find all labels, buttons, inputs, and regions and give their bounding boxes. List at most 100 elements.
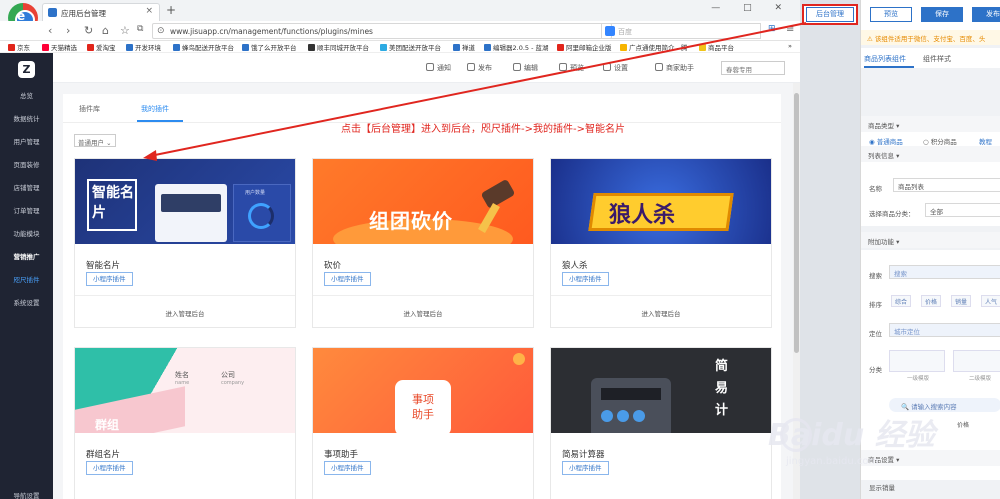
sidebar-item-shop[interactable]: 店铺管理 [0, 182, 53, 192]
bookmarks-more-icon[interactable]: » [788, 42, 792, 50]
search-placeholder: 百度 [618, 28, 632, 36]
sidebar-item-system[interactable]: 系统设置 [0, 297, 53, 307]
publish-button[interactable]: 发布 [467, 63, 492, 73]
category-select[interactable]: 全部 [925, 203, 1000, 217]
scroll-thumb[interactable] [794, 93, 799, 353]
card-divider [313, 295, 533, 296]
radio-points[interactable]: ○ 积分商品 [923, 136, 957, 146]
translate-icon[interactable]: ⊞ [768, 24, 776, 34]
tab-plugin-library[interactable]: 插件库 [79, 104, 100, 114]
plugin-card-group-card[interactable]: 姓名 公司 name company 群组 群组名片 小程序插件 [74, 347, 296, 499]
product-type-row: ◉ 普通商品 ○ 积分商品 教程 [861, 132, 1000, 146]
sort-chip[interactable]: 人气 [981, 295, 1000, 307]
preview-button[interactable]: 预览 [559, 63, 584, 73]
tab-product-list[interactable]: 商品列表组件 [864, 54, 906, 64]
reload-icon[interactable]: ↻ [84, 24, 93, 37]
tab-bar: e 应用后台管理 × + — □ ✕ [0, 0, 800, 33]
enter-admin-link[interactable]: 进入管理后台 [313, 308, 533, 318]
store-select[interactable]: 春蓉专用 [721, 61, 785, 75]
forward-icon[interactable]: › [66, 24, 70, 37]
sidebar-item-users[interactable]: 用户管理 [0, 136, 53, 146]
sidebar-item-plugins[interactable]: 咫尺插件 [0, 274, 53, 284]
bookmark-item[interactable]: 禅道 [453, 42, 475, 52]
plugin-card-bargain[interactable]: 组团砍价 砍价 小程序插件 进入管理后台 [312, 158, 534, 328]
app-sidebar: Z 总览 数据统计 用户管理 页面装修 店铺管理 订单管理 功能模块 营销推广 … [0, 53, 53, 499]
card-image-name: 姓名 [175, 371, 189, 379]
sidebar-item-pages[interactable]: 页面装修 [0, 159, 53, 169]
section-product-type[interactable]: 商品类型 ▾ [861, 116, 1000, 132]
tab-favicon-icon [48, 8, 57, 17]
bookmark-item[interactable]: 编辑器2.0.5 - 蓝湖 [484, 42, 549, 52]
publish-icon [467, 63, 475, 71]
plugin-card-werewolf[interactable]: 狼人杀 狼人杀 小程序插件 进入管理后台 [550, 158, 772, 328]
section-list-info[interactable]: 列表信息 ▾ [861, 146, 1000, 162]
radio-normal[interactable]: ◉ 普通商品 [869, 136, 903, 146]
tab-component-style[interactable]: 组件样式 [923, 54, 951, 64]
save-button[interactable]: 保存 [921, 7, 963, 22]
sidebar-item-orders[interactable]: 订单管理 [0, 205, 53, 215]
star-icon[interactable]: ☆ [120, 24, 130, 37]
calculator-key [601, 410, 613, 422]
plugin-card-smart-card[interactable]: 智能名片 用户数量 智能名片 小程序插件 进入管理后台 [74, 158, 296, 328]
sort-chip[interactable]: 销量 [951, 295, 972, 307]
new-tab-button[interactable]: + [166, 3, 176, 17]
sidebar-item-modules[interactable]: 功能模块 [0, 228, 53, 238]
card-image-company: 公司 [221, 371, 235, 379]
bookmark-item[interactable]: 商品平台 [699, 42, 734, 52]
tab-title: 应用后台管理 [61, 9, 106, 18]
locate-preview[interactable]: 城市定位 [889, 323, 1000, 337]
sidebar-item-overview[interactable]: 总览 [0, 90, 53, 100]
sidebar-item-nav[interactable]: 导航设置 [0, 490, 53, 499]
plugin-card-calculator[interactable]: 简易计 简易计算器 小程序插件 [550, 347, 772, 499]
url-field[interactable]: ⊙ www.jisuapp.cn/management/functions/pl… [152, 23, 612, 39]
template-level2[interactable] [953, 350, 1000, 372]
admin-button[interactable]: 后台管理 [806, 7, 854, 22]
section-extra[interactable]: 附加功能 ▾ [861, 232, 1000, 248]
user-type-select[interactable]: 普通用户 ⌄ [74, 134, 116, 147]
category2-label: 分类 [869, 366, 882, 374]
template-level1[interactable] [889, 350, 945, 372]
app-logo[interactable]: Z [18, 61, 35, 78]
publish-button[interactable]: 发布 [972, 7, 1000, 22]
sidebar-item-stats[interactable]: 数据统计 [0, 113, 53, 123]
bookmark-item[interactable]: 天猫精选 [42, 42, 77, 52]
hammer-icon [480, 178, 516, 210]
window-controls[interactable]: — □ ✕ [711, 3, 792, 13]
enter-admin-link[interactable]: 进入管理后台 [551, 308, 771, 318]
tutorial-link[interactable]: 教程 [979, 136, 992, 146]
preview-button[interactable]: 预览 [870, 7, 912, 22]
plugin-panel: 插件库 我的插件 普通用户 ⌄ 智能名片 用户数量 智能名片 小程序插件 进入管… [63, 94, 781, 499]
bookmark-item[interactable]: 开发环境 [126, 42, 161, 52]
home-icon[interactable]: ⌂ [102, 24, 109, 37]
settings-button[interactable]: 设置 [603, 63, 628, 73]
tab-close-icon[interactable]: × [145, 6, 153, 16]
merchant-helper-button[interactable]: 商家助手 [655, 63, 694, 73]
watermark-url: jingyan.baidu.com [786, 456, 879, 467]
plugin-card-task-helper[interactable]: 事项助手 事项助手 小程序插件 [312, 347, 534, 499]
menu-icon[interactable]: ≡ [786, 24, 794, 35]
bookmark-item[interactable]: 京东 [8, 42, 30, 52]
copy-icon[interactable]: ⧉ [137, 24, 143, 34]
show-sales-label: 显示销量 [869, 484, 895, 492]
sort-chip[interactable]: 价格 [921, 295, 942, 307]
bookmark-item[interactable]: 蜂鸟配送开放平台 [173, 42, 234, 52]
bookmark-item[interactable]: 顺丰同城开放平台 [308, 42, 369, 52]
tab-my-plugins[interactable]: 我的插件 [141, 104, 169, 114]
bookmark-item[interactable]: 广点通使用简介 - 腾 [620, 42, 687, 52]
bookmark-item[interactable]: 阿里邮箱企业版 [557, 42, 612, 52]
bookmark-item[interactable]: 爱淘宝 [87, 42, 116, 52]
search-preview[interactable]: 搜索 [889, 265, 1000, 279]
card-image-title: 组团砍价 [369, 209, 453, 233]
enter-admin-link[interactable]: 进入管理后台 [75, 308, 295, 318]
browser-tab[interactable]: 应用后台管理 × [42, 3, 160, 21]
bookmark-item[interactable]: 饿了么开放平台 [242, 42, 297, 52]
notice-button[interactable]: 通知 [426, 63, 451, 73]
bookmark-item[interactable]: 美团配送开放平台 [380, 42, 441, 52]
back-icon[interactable]: ‹ [48, 24, 52, 37]
sort-chip[interactable]: 综合 [891, 295, 912, 307]
name-field[interactable]: 商品列表 [893, 178, 1000, 192]
sidebar-item-marketing[interactable]: 营销推广 [0, 251, 53, 261]
card-image-ring [248, 203, 274, 229]
search-field[interactable]: 百度 [601, 23, 761, 39]
edit-button[interactable]: 编辑 [513, 63, 538, 73]
